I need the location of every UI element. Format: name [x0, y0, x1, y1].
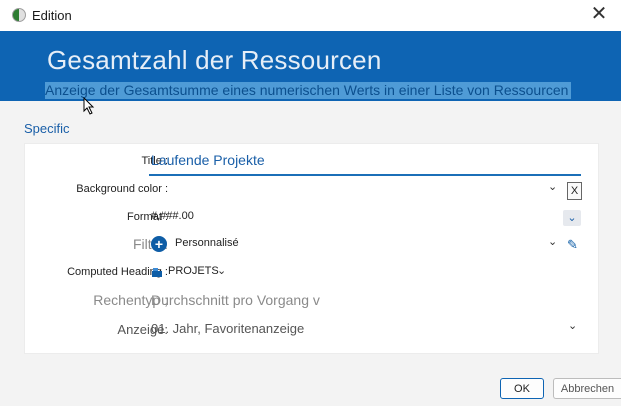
section-label: Specific — [24, 121, 70, 136]
background-color-dropdown-icon[interactable]: ⌄ — [548, 180, 557, 193]
filter-dropdown-icon[interactable]: ⌄ — [548, 235, 557, 248]
background-color-clear-button[interactable]: X — [567, 182, 582, 200]
ok-button[interactable]: OK — [500, 378, 544, 399]
add-filter-icon[interactable]: + — [151, 236, 167, 252]
title-row: Title : Laufende Projekte — [25, 150, 598, 176]
app-icon — [12, 8, 26, 22]
background-color-label: Background color : — [76, 183, 168, 195]
anzeige-value[interactable]: 01. Jahr, Favoritenanzeige — [151, 321, 304, 336]
rechentyp-value: Durchschnitt pro Vorgang v — [151, 292, 320, 308]
computed-heading-dropdown-icon[interactable]: ⌄ — [217, 264, 226, 277]
format-dropdown-button[interactable]: ⌄ — [563, 210, 581, 226]
settings-panel: Title : Laufende Projekte Background col… — [24, 143, 599, 354]
edit-filter-icon[interactable]: ✎ — [567, 237, 578, 253]
computed-heading-value[interactable]: PROJETS — [168, 265, 219, 277]
mouse-cursor-icon — [83, 97, 95, 115]
window-title: Edition — [32, 8, 72, 23]
anzeige-dropdown-icon[interactable]: ⌄ — [568, 319, 577, 332]
close-icon[interactable]: ✕ — [587, 3, 611, 27]
title-input[interactable]: Laufende Projekte — [151, 152, 265, 168]
background-color-row: Background color : ⌄ — [25, 178, 598, 204]
cancel-button[interactable]: Abbrechen — [553, 378, 621, 399]
title-bar: Edition ✕ — [0, 0, 621, 32]
page-title: Gesamtzahl der Ressourcen — [47, 45, 382, 75]
format-row: Format : #,###.00 — [25, 206, 598, 232]
page-subtitle: Anzeige der Gesamtsumme eines numerische… — [45, 82, 572, 99]
projects-icon — [152, 268, 162, 277]
anzeige-row: Anzeige: 01. Jahr, Favoritenanzeige ⌄ — [25, 317, 598, 343]
header-banner: Gesamtzahl der Ressourcen Anzeige der Ge… — [0, 31, 621, 101]
format-value[interactable]: #,###.00 — [151, 210, 194, 222]
rechentyp-row: Rechentyp ; Durchschnitt pro Vorgang v — [25, 289, 598, 315]
filter-row: Filter: Personnalisé ⌄ — [25, 233, 598, 259]
title-input-underline — [149, 174, 581, 176]
computed-heading-row: Computed Heading : PROJETS ⌄ — [25, 261, 598, 287]
filter-value[interactable]: Personnalisé — [175, 237, 239, 249]
